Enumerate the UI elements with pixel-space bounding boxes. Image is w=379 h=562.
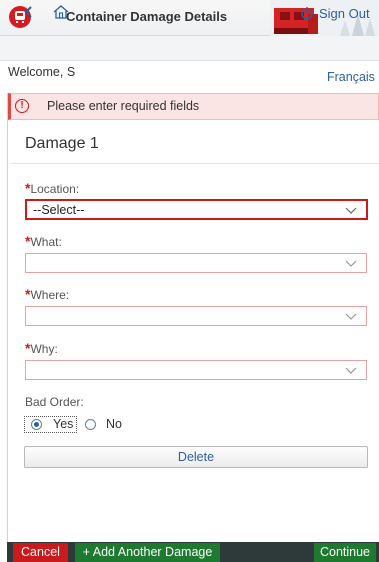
cancel-button[interactable]: Cancel	[13, 543, 68, 562]
continue-button[interactable]: Continue	[314, 543, 376, 562]
sign-out-label: Sign Out	[319, 5, 370, 21]
location-select[interactable]: --Select--	[25, 199, 368, 220]
section-title: Damage 1	[25, 135, 99, 152]
chevron-down-icon	[345, 313, 357, 320]
section-divider	[10, 163, 379, 164]
add-another-damage-button[interactable]: + Add Another Damage	[75, 543, 220, 562]
power-icon	[301, 7, 313, 20]
what-select[interactable]	[25, 253, 367, 273]
where-select[interactable]	[25, 306, 367, 326]
where-label-text: Where:	[30, 288, 70, 302]
error-icon: !	[15, 99, 29, 113]
back-arrow-icon[interactable]	[22, 4, 36, 20]
location-label-text: Location:	[30, 182, 80, 196]
chevron-down-icon	[345, 367, 357, 374]
error-message-text: Please enter required fields	[47, 99, 200, 113]
location-label: *Location:	[25, 180, 79, 196]
content-border	[7, 93, 8, 562]
home-icon[interactable]	[52, 4, 70, 20]
bad-order-no-label[interactable]: No	[106, 417, 122, 431]
why-label-text: Why:	[30, 342, 58, 356]
chevron-down-icon	[345, 207, 357, 214]
nav-bar	[0, 36, 379, 61]
welcome-text: Welcome, S	[8, 65, 76, 79]
bad-order-no-radio[interactable]	[85, 419, 96, 430]
where-label: *Where:	[25, 286, 69, 302]
delete-button[interactable]: Delete	[24, 446, 368, 468]
bad-order-label: Bad Order:	[25, 395, 84, 409]
what-label-text: What:	[30, 235, 62, 249]
location-select-value: --Select--	[33, 203, 85, 217]
chevron-down-icon	[345, 260, 357, 267]
language-link[interactable]: Français	[327, 70, 375, 84]
what-label: *What:	[25, 233, 62, 249]
bad-order-yes-radio[interactable]	[31, 419, 42, 430]
page-title: Container Damage Details	[66, 9, 228, 24]
bad-order-yes-label[interactable]: Yes	[53, 417, 73, 431]
why-label: *Why:	[25, 340, 58, 356]
sign-out-button[interactable]: Sign Out	[300, 4, 370, 22]
why-select[interactable]	[25, 360, 367, 380]
